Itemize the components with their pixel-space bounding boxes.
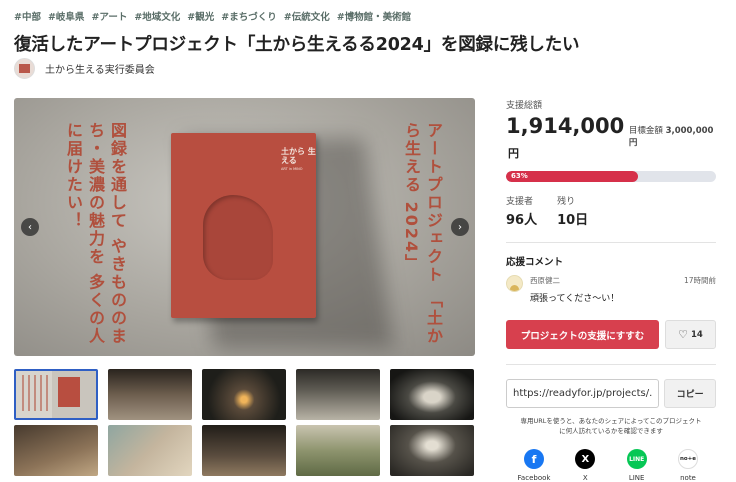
project-owner[interactable]: 土から生える実行委員会 [14, 58, 155, 79]
carousel-next-icon[interactable]: › [451, 218, 469, 236]
tag-list: #中部 #岐阜県 #アート #地域文化 #観光 #まちづくり #伝統文化 #博物… [14, 9, 411, 23]
thumbnail-8[interactable] [202, 425, 286, 476]
comments-heading: 応援コメント [506, 257, 564, 268]
heart-icon: ♡ [678, 328, 689, 341]
book-emboss-shape [203, 195, 273, 280]
supporters-stat: 支援者 96人 [506, 194, 537, 228]
total-label: 支援総額 [506, 101, 543, 111]
tag-link[interactable]: #観光 [187, 9, 214, 23]
like-button[interactable]: ♡ 14 [665, 320, 716, 349]
funding-amount: 1,914,000 円 [506, 114, 629, 162]
divider [506, 242, 716, 243]
commenter-avatar[interactable] [506, 275, 523, 292]
thumbnail-9[interactable] [296, 425, 380, 476]
funding-panel: 支援総額 1,914,000 円 目標金額 3,000,000円 63% 支援者 … [506, 98, 716, 482]
comment-time: 17時間前 [683, 276, 716, 285]
owner-name[interactable]: 土から生える実行委員会 [45, 61, 155, 76]
main-image-carousel: 図録を通して やきもののまち・美濃の魅力を 多くの人に届けたい！ 土から 生える… [14, 98, 475, 356]
goal-label: 目標金額 [628, 126, 663, 136]
book-title: 土から 生える [281, 147, 316, 165]
thumbnail-1[interactable] [14, 369, 98, 420]
tag-link[interactable]: #まちづくり [221, 9, 276, 23]
share-note: 専用URLを使うと、あなたのシェアによってこのプロジェクトに何人訪れているかを確… [520, 417, 702, 435]
book-subtitle: ART in MINO [281, 167, 303, 171]
divider [506, 364, 716, 365]
progress-fill: 63% [506, 171, 639, 182]
remaining-label: 残り [557, 197, 576, 207]
share-x[interactable]: X X [561, 449, 609, 482]
share-label: X [582, 474, 588, 482]
catalog-book-image: 土から 生える ART in MINO [171, 133, 316, 318]
carousel-prev-icon[interactable]: ‹ [21, 218, 39, 236]
page-title: 復活したアートプロジェクト「土から生えるる2024」を図録に残したい [14, 35, 580, 55]
tag-link[interactable]: #地域文化 [134, 9, 180, 23]
amount-row: 1,914,000 円 目標金額 3,000,000円 [506, 114, 716, 162]
thumbnail-7[interactable] [108, 425, 192, 476]
share-line[interactable]: LINE LINE [613, 449, 661, 482]
stats-row: 支援者 96人 残り 10日 [506, 194, 716, 228]
share-facebook[interactable]: f Facebook [510, 449, 558, 482]
copy-button[interactable]: コピー [664, 379, 716, 408]
line-icon[interactable]: LINE [626, 449, 647, 469]
supporters-value: 96人 [506, 213, 538, 228]
hero-right-text: アートプロジェクト 「土から生える 2024」 [402, 122, 443, 346]
share-note[interactable]: no+e note [664, 449, 712, 482]
thumbnail-2[interactable] [108, 369, 192, 420]
goal-amount: 目標金額 3,000,000円 [629, 124, 716, 148]
share-url-row: コピー [506, 379, 716, 408]
tag-link[interactable]: #博物館・美術館 [337, 9, 411, 23]
comment-text: 頑張ってくださ〜い！ [530, 294, 620, 304]
facebook-icon[interactable]: f [524, 449, 544, 469]
x-icon[interactable]: X [575, 449, 596, 469]
remaining-value: 10日 [557, 213, 589, 228]
amount-value: 1,914,000 [506, 114, 625, 138]
share-label: Facebook [517, 474, 551, 482]
tag-link[interactable]: #中部 [14, 9, 41, 23]
like-count: 14 [691, 329, 703, 340]
thumbnail-5[interactable] [390, 369, 474, 420]
share-buttons: f Facebook X X LINE LINE no+e note [506, 449, 716, 482]
commenter-name[interactable]: 西原健二 [530, 275, 619, 286]
comment-item: 西原健二 頑張ってくださ〜い！ 17時間前 [506, 275, 716, 304]
tag-link[interactable]: #アート [91, 9, 127, 23]
share-label: note [680, 474, 696, 482]
share-label: LINE [628, 474, 645, 482]
progress-bar: 63% [506, 171, 716, 182]
support-button[interactable]: プロジェクトの支援にすすむ [506, 320, 659, 349]
share-url-field[interactable] [506, 379, 660, 408]
thumbnail-4[interactable] [296, 369, 380, 420]
remaining-stat: 残り 10日 [557, 194, 588, 228]
amount-currency: 円 [508, 147, 519, 160]
action-row: プロジェクトの支援にすすむ ♡ 14 [506, 320, 716, 349]
tag-link[interactable]: #岐阜県 [48, 9, 84, 23]
thumbnail-10[interactable] [390, 425, 474, 476]
thumbnail-6[interactable] [14, 425, 98, 476]
thumbnail-grid [14, 369, 477, 476]
supporters-label: 支援者 [506, 197, 534, 207]
tag-link[interactable]: #伝統文化 [284, 9, 330, 23]
hero-left-text: 図録を通して やきもののまち・美濃の魅力を 多くの人に届けたい！ [64, 122, 127, 346]
owner-avatar[interactable] [14, 58, 35, 79]
thumbnail-3[interactable] [202, 369, 286, 420]
note-icon[interactable]: no+e [677, 449, 698, 469]
